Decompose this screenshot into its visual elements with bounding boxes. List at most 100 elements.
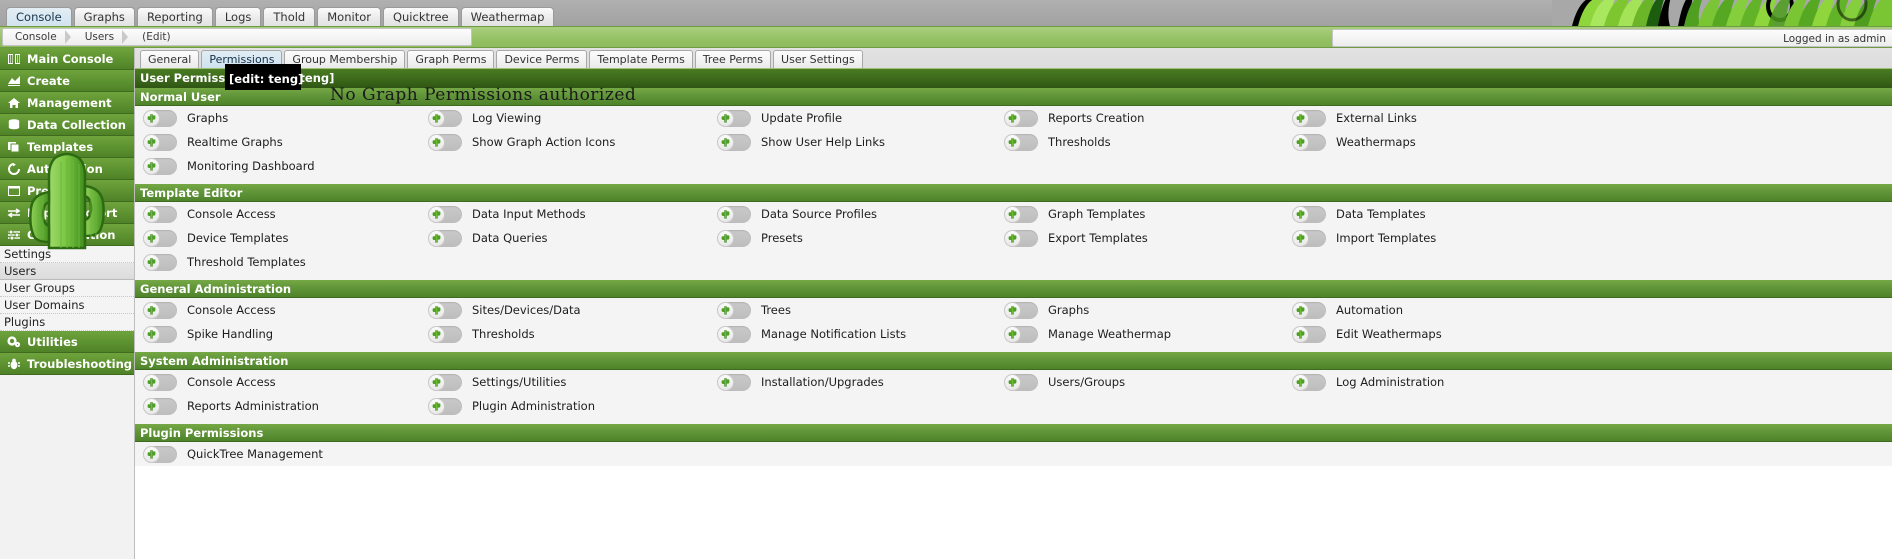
permission-label[interactable]: Console Access xyxy=(187,207,276,221)
toggle-data-input-methods[interactable] xyxy=(428,205,462,223)
toggle-monitoring-dashboard[interactable] xyxy=(143,157,177,175)
permission-label[interactable]: Console Access xyxy=(187,375,276,389)
toggle-export-templates[interactable] xyxy=(1004,229,1038,247)
sidebar-item-troubleshooting[interactable]: Troubleshooting xyxy=(0,353,134,375)
permission-label[interactable]: Users/Groups xyxy=(1048,375,1125,389)
permission-label[interactable]: Data Input Methods xyxy=(472,207,586,221)
toggle-quicktree-management[interactable] xyxy=(143,445,177,463)
sidebar-subitem-user-domains[interactable]: User Domains xyxy=(0,297,134,314)
sidebar-item-create[interactable]: Create xyxy=(0,70,134,92)
permission-label[interactable]: Settings/Utilities xyxy=(472,375,566,389)
top-tab-quicktree[interactable]: Quicktree xyxy=(382,7,459,26)
permission-label[interactable]: Device Templates xyxy=(187,231,288,245)
permission-label[interactable]: Import Templates xyxy=(1336,231,1436,245)
permission-label[interactable]: Monitoring Dashboard xyxy=(187,159,315,173)
permission-label[interactable]: Update Profile xyxy=(761,111,842,125)
top-tab-console[interactable]: Console xyxy=(6,7,72,26)
permission-label[interactable]: Sites/Devices/Data xyxy=(472,303,581,317)
toggle-plugin-administration[interactable] xyxy=(428,397,462,415)
toggle-import-templates[interactable] xyxy=(1292,229,1326,247)
tab-device-perms[interactable]: Device Perms xyxy=(496,50,588,68)
toggle-thresholds[interactable] xyxy=(1004,133,1038,151)
toggle-trees[interactable] xyxy=(717,301,751,319)
toggle-update-profile[interactable] xyxy=(717,109,751,127)
permission-label[interactable]: Realtime Graphs xyxy=(187,135,283,149)
toggle-console-access[interactable] xyxy=(143,205,177,223)
toggle-settings-utilities[interactable] xyxy=(428,373,462,391)
permission-label[interactable]: QuickTree Management xyxy=(187,447,323,461)
toggle-external-links[interactable] xyxy=(1292,109,1326,127)
sidebar-item-management[interactable]: Management xyxy=(0,92,134,114)
sidebar-subitem-user-groups[interactable]: User Groups xyxy=(0,280,134,297)
permission-label[interactable]: Manage Notification Lists xyxy=(761,327,906,341)
toggle-manage-notification-lists[interactable] xyxy=(717,325,751,343)
permission-label[interactable]: Reports Administration xyxy=(187,399,319,413)
permission-label[interactable]: Graphs xyxy=(187,111,228,125)
permission-label[interactable]: Data Source Profiles xyxy=(761,207,877,221)
permission-label[interactable]: Edit Weathermaps xyxy=(1336,327,1442,341)
toggle-threshold-templates[interactable] xyxy=(143,253,177,271)
toggle-presets[interactable] xyxy=(717,229,751,247)
top-tab-graphs[interactable]: Graphs xyxy=(73,7,135,26)
breadcrumb-item-0[interactable]: Console xyxy=(3,29,73,45)
sidebar-subitem-plugins[interactable]: Plugins xyxy=(0,314,134,331)
toggle-reports-creation[interactable] xyxy=(1004,109,1038,127)
tab-group-membership[interactable]: Group Membership xyxy=(284,50,406,68)
toggle-automation[interactable] xyxy=(1292,301,1326,319)
toggle-data-source-profiles[interactable] xyxy=(717,205,751,223)
tab-graph-perms[interactable]: Graph Perms xyxy=(407,50,495,68)
permission-label[interactable]: Log Viewing xyxy=(472,111,541,125)
toggle-data-queries[interactable] xyxy=(428,229,462,247)
toggle-installation-upgrades[interactable] xyxy=(717,373,751,391)
toggle-weathermaps[interactable] xyxy=(1292,133,1326,151)
permission-label[interactable]: Weathermaps xyxy=(1336,135,1416,149)
breadcrumb-item-2[interactable]: (Edit) xyxy=(130,29,187,45)
toggle-console-access[interactable] xyxy=(143,373,177,391)
toggle-graphs[interactable] xyxy=(1004,301,1038,319)
tab-user-settings[interactable]: User Settings xyxy=(773,50,863,68)
toggle-realtime-graphs[interactable] xyxy=(143,133,177,151)
permission-label[interactable]: Thresholds xyxy=(1048,135,1111,149)
toggle-graphs[interactable] xyxy=(143,109,177,127)
sidebar-item-main-console[interactable]: Main Console xyxy=(0,48,134,70)
toggle-thresholds[interactable] xyxy=(428,325,462,343)
permission-label[interactable]: External Links xyxy=(1336,111,1417,125)
permission-label[interactable]: Manage Weathermap xyxy=(1048,327,1171,341)
permission-label[interactable]: Export Templates xyxy=(1048,231,1148,245)
toggle-edit-weathermaps[interactable] xyxy=(1292,325,1326,343)
permission-label[interactable]: Trees xyxy=(761,303,791,317)
toggle-show-graph-action-icons[interactable] xyxy=(428,133,462,151)
top-tab-weathermap[interactable]: Weathermap xyxy=(460,7,555,26)
sidebar-subitem-users[interactable]: Users xyxy=(0,263,134,280)
toggle-data-templates[interactable] xyxy=(1292,205,1326,223)
permission-label[interactable]: Data Templates xyxy=(1336,207,1426,221)
toggle-log-viewing[interactable] xyxy=(428,109,462,127)
tab-template-perms[interactable]: Template Perms xyxy=(589,50,693,68)
toggle-graph-templates[interactable] xyxy=(1004,205,1038,223)
permission-label[interactable]: Plugin Administration xyxy=(472,399,595,413)
permission-label[interactable]: Console Access xyxy=(187,303,276,317)
sidebar-item-utilities[interactable]: Utilities xyxy=(0,331,134,353)
toggle-console-access[interactable] xyxy=(143,301,177,319)
tab-general[interactable]: General xyxy=(140,50,200,68)
sidebar-item-data-collection[interactable]: Data Collection xyxy=(0,114,134,136)
permission-label[interactable]: Reports Creation xyxy=(1048,111,1144,125)
login-status[interactable]: Logged in as admin xyxy=(1332,29,1892,47)
top-tab-logs[interactable]: Logs xyxy=(214,7,262,26)
permission-label[interactable]: Spike Handling xyxy=(187,327,273,341)
permission-label[interactable]: Installation/Upgrades xyxy=(761,375,884,389)
toggle-manage-weathermap[interactable] xyxy=(1004,325,1038,343)
permission-label[interactable]: Show Graph Action Icons xyxy=(472,135,615,149)
permission-label[interactable]: Graphs xyxy=(1048,303,1089,317)
top-tab-reporting[interactable]: Reporting xyxy=(136,7,213,26)
permission-label[interactable]: Show User Help Links xyxy=(761,135,885,149)
toggle-spike-handling[interactable] xyxy=(143,325,177,343)
toggle-reports-administration[interactable] xyxy=(143,397,177,415)
toggle-sites-devices-data[interactable] xyxy=(428,301,462,319)
toggle-device-templates[interactable] xyxy=(143,229,177,247)
permission-label[interactable]: Graph Templates xyxy=(1048,207,1145,221)
toggle-users-groups[interactable] xyxy=(1004,373,1038,391)
permission-label[interactable]: Log Administration xyxy=(1336,375,1444,389)
toggle-log-administration[interactable] xyxy=(1292,373,1326,391)
toggle-show-user-help-links[interactable] xyxy=(717,133,751,151)
